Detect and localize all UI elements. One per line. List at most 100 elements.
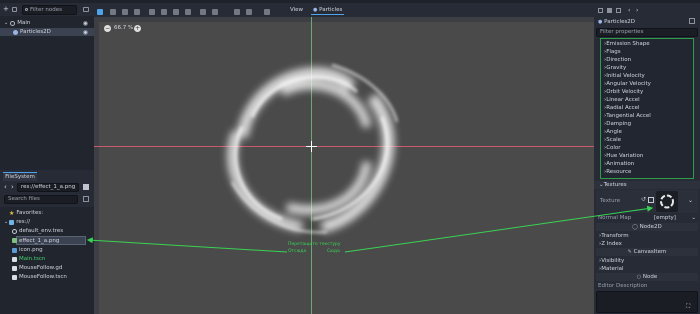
pivot-icon[interactable] bbox=[161, 9, 167, 15]
texture-thumbnail bbox=[660, 194, 674, 209]
texture-picker-icon[interactable] bbox=[648, 197, 654, 203]
section-textures[interactable]: ⌄ Textures bbox=[594, 181, 700, 189]
section-linear-accel[interactable]: › Linear Accel bbox=[601, 96, 693, 104]
editor-description-label: Editor Description bbox=[598, 283, 648, 289]
tree-item-particles2d[interactable]: Particles2D ◉ bbox=[0, 28, 94, 36]
zoom-level-label[interactable]: 66.7 % bbox=[114, 25, 133, 32]
group-icon[interactable] bbox=[246, 9, 252, 15]
filesystem-dock: FileSystem ‹ › res://effect_1_a.png Sear… bbox=[0, 170, 94, 314]
file-item-mousefollow-tscn[interactable]: MouseFollow.tscn bbox=[0, 273, 94, 281]
canvasitem-header: ✎ CanvasItem bbox=[596, 248, 698, 256]
list-select-icon[interactable] bbox=[149, 9, 155, 15]
path-field[interactable]: res://effect_1_a.png bbox=[17, 183, 79, 192]
filter-nodes-input[interactable]: Filter nodes bbox=[22, 5, 77, 15]
section-flags[interactable]: › Flags bbox=[601, 48, 693, 56]
inspected-node-title[interactable]: ● Particles2D bbox=[598, 18, 635, 26]
skeleton-icon[interactable] bbox=[264, 9, 270, 15]
section-emission-shape[interactable]: › Emission Shape bbox=[601, 40, 693, 48]
visibility-eye-icon[interactable]: ◉ bbox=[83, 29, 88, 36]
texture-dropdown-icon[interactable]: ⌄ bbox=[688, 197, 693, 204]
ruler-icon[interactable] bbox=[185, 9, 191, 15]
tab-filesystem[interactable]: FileSystem bbox=[3, 172, 37, 181]
scene-icon bbox=[12, 256, 17, 262]
canvas-viewport[interactable]: − 66.7 % + Перетащите текстуру Отсюда Сю… bbox=[94, 17, 594, 314]
snap-options-icon[interactable] bbox=[212, 9, 218, 15]
file-item-icon-png[interactable]: icon.png bbox=[0, 246, 94, 254]
history-back-icon[interactable]: ‹ bbox=[628, 7, 630, 14]
editor-description-field[interactable] bbox=[596, 291, 698, 313]
favorites-item[interactable]: ★ Favorites: bbox=[0, 209, 94, 217]
normal-map-property[interactable]: Normal Map [empty] ⌄ bbox=[598, 214, 696, 222]
file-tree: ★ Favorites: ⌄ res:// default_env.tres e… bbox=[0, 207, 94, 314]
zoom-out-button[interactable]: − bbox=[104, 25, 111, 32]
sort-icon[interactable] bbox=[83, 196, 89, 202]
section-material[interactable]: › Material bbox=[594, 265, 700, 273]
section-initial-velocity[interactable]: › Initial Velocity bbox=[601, 72, 693, 80]
visibility-eye-icon[interactable]: ◉ bbox=[83, 20, 88, 27]
section-angular-velocity[interactable]: › Angular Velocity bbox=[601, 80, 693, 88]
select-mode-icon[interactable] bbox=[97, 9, 103, 15]
file-item-main-tscn[interactable]: Main.tscn bbox=[0, 255, 94, 263]
script-attach-icon[interactable] bbox=[83, 7, 89, 12]
particles-icon: ● bbox=[313, 7, 318, 13]
collapse-arrow-icon[interactable]: ⌄ bbox=[4, 219, 8, 225]
section-transform[interactable]: › Transform bbox=[594, 232, 700, 240]
instance-scene-icon[interactable] bbox=[12, 7, 17, 12]
file-item-effect-1-a[interactable]: effect_1_a.png bbox=[0, 236, 94, 245]
open-folder-icon[interactable] bbox=[607, 8, 612, 13]
file-item-default-env[interactable]: default_env.tres bbox=[0, 227, 94, 235]
section-visibility[interactable]: › Visibility bbox=[594, 257, 700, 265]
search-files-input[interactable]: Search files bbox=[4, 195, 78, 204]
texture-preview[interactable] bbox=[656, 191, 678, 212]
back-arrow-icon[interactable]: ‹ bbox=[4, 184, 7, 191]
section-direction[interactable]: › Direction bbox=[601, 56, 693, 64]
section-angle[interactable]: › Angle bbox=[601, 128, 693, 136]
annotation-to: Сюда bbox=[327, 249, 340, 254]
horizontal-ruler bbox=[94, 17, 594, 22]
section-radial-accel[interactable]: › Radial Accel bbox=[601, 104, 693, 112]
expand-icon[interactable]: ⛶ bbox=[686, 303, 690, 311]
dropdown-icon: ⌄ bbox=[691, 215, 696, 221]
node2d-header: ◯ Node2D bbox=[596, 223, 698, 231]
node-origin-cross[interactable] bbox=[306, 141, 317, 152]
section-hue-variation[interactable]: › Hue Variation bbox=[601, 152, 693, 160]
image-icon bbox=[12, 247, 17, 253]
snap-icon[interactable] bbox=[200, 9, 206, 15]
history-forward-icon[interactable]: › bbox=[636, 7, 638, 14]
move-mode-icon[interactable] bbox=[110, 9, 116, 15]
rotate-mode-icon[interactable] bbox=[122, 9, 128, 15]
search-icon bbox=[25, 8, 28, 11]
save-icon[interactable] bbox=[616, 8, 621, 13]
view-menu[interactable]: View bbox=[290, 6, 303, 15]
section-orbit-velocity[interactable]: › Orbit Velocity bbox=[601, 88, 693, 96]
annotation-from: Отсюда bbox=[288, 249, 307, 254]
create-resource-icon[interactable] bbox=[598, 8, 603, 13]
particles-menu[interactable]: ● Particles bbox=[311, 6, 345, 15]
forward-arrow-icon[interactable]: › bbox=[11, 184, 14, 191]
zoom-in-button[interactable]: + bbox=[134, 25, 141, 32]
annotation-drag-texture: Перетащите текстуру bbox=[288, 242, 341, 247]
section-resource[interactable]: › Resource bbox=[601, 168, 693, 176]
section-color[interactable]: › Color bbox=[601, 144, 693, 152]
section-tangential-accel[interactable]: › Tangential Accel bbox=[601, 112, 693, 120]
inspector-dock: ‹ › ● Particles2D Filter properties › Em… bbox=[594, 3, 700, 314]
section-damping[interactable]: › Damping bbox=[601, 120, 693, 128]
file-item-mousefollow-gd[interactable]: MouseFollow.gd bbox=[0, 264, 94, 272]
section-animation[interactable]: › Animation bbox=[601, 160, 693, 168]
res-root-item[interactable]: ⌄ res:// bbox=[0, 218, 94, 226]
split-mode-icon[interactable] bbox=[83, 184, 89, 190]
tree-item-main[interactable]: ⌄ Main ◉ bbox=[0, 19, 94, 27]
reload-icon[interactable]: ↺ bbox=[641, 196, 646, 203]
particles-sections: › Emission Shape › Flags › Direction › G… bbox=[600, 38, 694, 179]
section-gravity[interactable]: › Gravity bbox=[601, 64, 693, 72]
section-scale[interactable]: › Scale bbox=[601, 136, 693, 144]
section-zindex[interactable]: › Z Index bbox=[594, 240, 700, 248]
collapse-arrow-icon[interactable]: ⌄ bbox=[4, 20, 8, 26]
particles-icon: ● bbox=[598, 19, 603, 25]
lock-icon[interactable] bbox=[234, 9, 240, 15]
scale-mode-icon[interactable] bbox=[134, 9, 140, 15]
filter-properties-input[interactable]: Filter properties bbox=[596, 28, 698, 37]
object-menu-icon[interactable] bbox=[689, 18, 695, 24]
add-node-icon[interactable]: + bbox=[3, 6, 9, 13]
pan-icon[interactable] bbox=[173, 9, 179, 15]
